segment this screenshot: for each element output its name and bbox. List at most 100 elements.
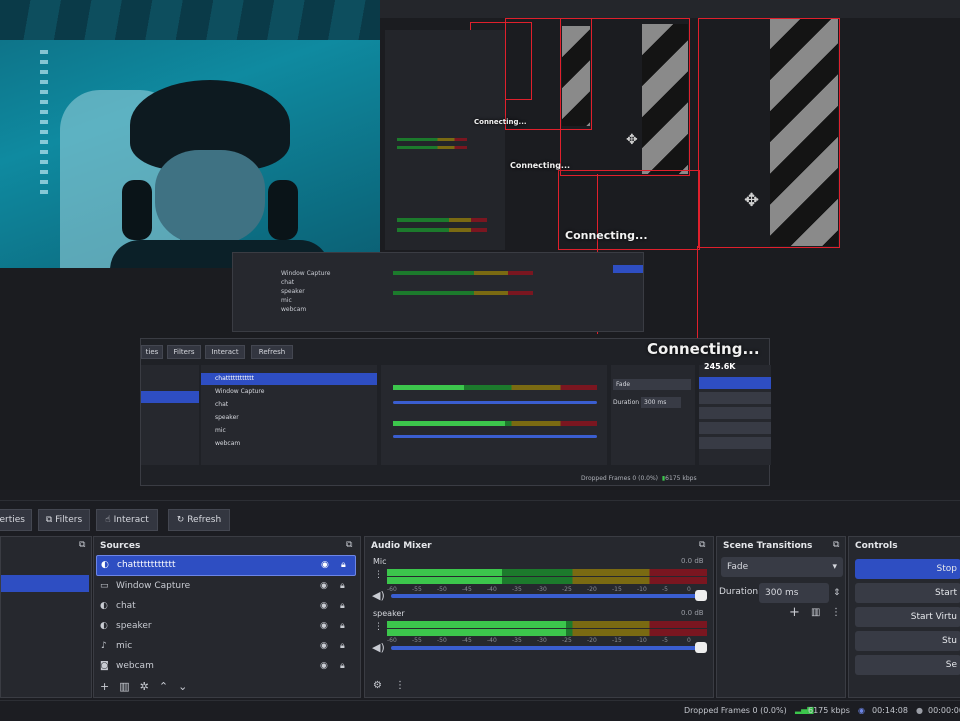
meter-tick: -30 [537, 637, 547, 644]
meter-tick: -20 [587, 586, 597, 593]
add-icon[interactable]: + [100, 680, 119, 693]
record-time: 00:00:00 [928, 706, 960, 715]
volume-meter [387, 629, 707, 636]
meter-tick: -20 [587, 637, 597, 644]
stop-streaming-button[interactable]: Stop [855, 559, 960, 579]
meter-tick: -45 [462, 637, 472, 644]
filters-button[interactable]: ⧉ Filters [38, 509, 90, 531]
duration-input[interactable]: 300 ms [759, 583, 829, 603]
preview-canvas[interactable]: ✥ ✥ Connecting... Connecting... Connecti… [0, 0, 960, 490]
stream-time: 00:14:08 [872, 706, 908, 715]
source-item[interactable]: ♪ mic ◉ 🔒︎ [96, 636, 356, 656]
source-name: chatttttttttttt [117, 560, 176, 570]
lock-icon[interactable]: 🔒︎ [340, 616, 345, 636]
duration-value: 300 ms [765, 588, 799, 598]
sources-footer: +▥✲⌃⌄ [100, 680, 197, 693]
mixer-settings-icon[interactable]: ⚙ [373, 680, 382, 691]
controls-title: Controls [855, 541, 898, 551]
meter-tick: 0 [687, 637, 691, 644]
settings-button[interactable]: Se [855, 655, 960, 675]
nested-frame-1 [698, 18, 840, 248]
source-toolbar: Properties ⧉ Filters ☝ Interact ↻ Refres… [0, 500, 960, 537]
source-item[interactable]: ◐ speaker ◉ 🔒︎ [96, 616, 356, 636]
lock-icon[interactable]: 🔒︎ [340, 636, 345, 656]
transition-select[interactable]: Fade ▾ [721, 557, 843, 577]
connecting-text-3: Connecting... [474, 118, 527, 126]
meter-tick: -60 [387, 637, 397, 644]
eye-icon[interactable]: ◉ [320, 656, 328, 676]
connecting-text-large: Connecting... [647, 340, 760, 358]
meter-tick: -50 [437, 586, 447, 593]
source-item[interactable]: ◙ webcam ◉ 🔒︎ [96, 656, 356, 676]
speaker-icon[interactable]: ◀) [372, 641, 385, 654]
volume-slider-handle[interactable] [695, 642, 707, 653]
volume-slider-handle[interactable] [695, 590, 707, 601]
move-cursor-icon: ✥ [744, 190, 760, 211]
move-cursor-icon-small: ✥ [626, 132, 638, 148]
volume-slider[interactable] [391, 594, 697, 598]
dock-undock-icon[interactable]: ⧉ [699, 540, 705, 550]
meter-tick: -25 [562, 586, 572, 593]
meter-tick: -60 [387, 586, 397, 593]
source-item[interactable]: ◐ chatttttttttttt ◉ 🔒︎ [96, 555, 356, 576]
meter-tick: -40 [487, 586, 497, 593]
channel-db: 0.0 dB [681, 557, 704, 565]
scene-transitions-title: Scene Transitions [723, 541, 813, 551]
volume-slider[interactable] [391, 646, 697, 650]
source-name: mic [116, 641, 133, 651]
eye-icon[interactable]: ◉ [320, 616, 328, 636]
meter-tick: -15 [612, 637, 622, 644]
chevron-down-icon[interactable]: ⌄ [178, 680, 197, 693]
webcam-feed [0, 0, 380, 268]
dock-undock-icon[interactable]: ⧉ [833, 540, 839, 550]
dock-undock-icon[interactable]: ⧉ [346, 540, 352, 550]
kebab-icon[interactable]: ⋮ [374, 570, 383, 580]
nested-obs-small: Window Capture chat speaker mic webcam [232, 252, 644, 332]
trash-icon[interactable]: ▥ [811, 607, 820, 618]
source-item[interactable]: ◐ chat ◉ 🔒︎ [96, 596, 356, 616]
speaker-icon[interactable]: ◀) [372, 589, 385, 602]
meter-scale: -60 -55 -50 -45 -40 -35 -30 -25 -20 -15 -10 -5 0 [387, 637, 707, 645]
camera-icon: ◙ [100, 661, 109, 671]
meter-tick: -55 [412, 637, 422, 644]
interact-icon: ☝ [105, 515, 114, 525]
add-icon[interactable]: + [789, 605, 800, 620]
transition-value: Fade [727, 562, 749, 572]
eye-icon[interactable]: ◉ [321, 556, 329, 575]
globe-icon: ◐ [100, 621, 108, 631]
nested-titlebar [380, 0, 960, 18]
interact-button[interactable]: ☝ Interact [96, 509, 158, 531]
kebab-icon[interactable]: ⋮ [374, 622, 383, 632]
meter-tick: -10 [637, 637, 647, 644]
start-recording-button[interactable]: Start [855, 583, 960, 603]
start-virtual-camera-button[interactable]: Start Virtu [855, 607, 960, 627]
eye-icon[interactable]: ◉ [320, 596, 328, 616]
kebab-icon[interactable]: ⋮ [831, 607, 841, 618]
scene-item-selected[interactable] [1, 575, 89, 592]
properties-button[interactable]: Properties [0, 509, 32, 531]
meter-tick: -25 [562, 637, 572, 644]
source-name: speaker [116, 621, 152, 631]
trash-icon[interactable]: ▥ [119, 680, 139, 693]
meter-tick: -5 [662, 637, 668, 644]
lock-icon[interactable]: 🔒︎ [340, 596, 345, 616]
source-item[interactable]: ▭ Window Capture ◉ 🔒︎ [96, 576, 356, 596]
studio-mode-button[interactable]: Stu [855, 631, 960, 651]
lock-icon[interactable]: 🔒︎ [340, 576, 345, 596]
dock-undock-icon[interactable]: ⧉ [79, 540, 85, 550]
record-icon: ● [916, 706, 923, 715]
stepper-icon[interactable]: ⇕ [833, 588, 841, 598]
lock-icon[interactable]: 🔒︎ [341, 556, 346, 575]
kebab-icon[interactable]: ⋮ [395, 680, 405, 691]
connecting-text-1: Connecting... [565, 229, 648, 242]
gear-icon[interactable]: ✲ [140, 680, 159, 693]
eye-icon[interactable]: ◉ [320, 636, 328, 656]
lock-icon[interactable]: 🔒︎ [340, 656, 345, 676]
source-name: webcam [116, 661, 154, 671]
chevron-up-icon[interactable]: ⌃ [159, 680, 178, 693]
meter-tick: -55 [412, 586, 422, 593]
eye-icon[interactable]: ◉ [320, 576, 328, 596]
refresh-button[interactable]: ↻ Refresh [168, 509, 230, 531]
source-name: Window Capture [116, 581, 191, 591]
controls-dock: Controls Stop Start Start Virtu Stu Se [848, 536, 960, 698]
